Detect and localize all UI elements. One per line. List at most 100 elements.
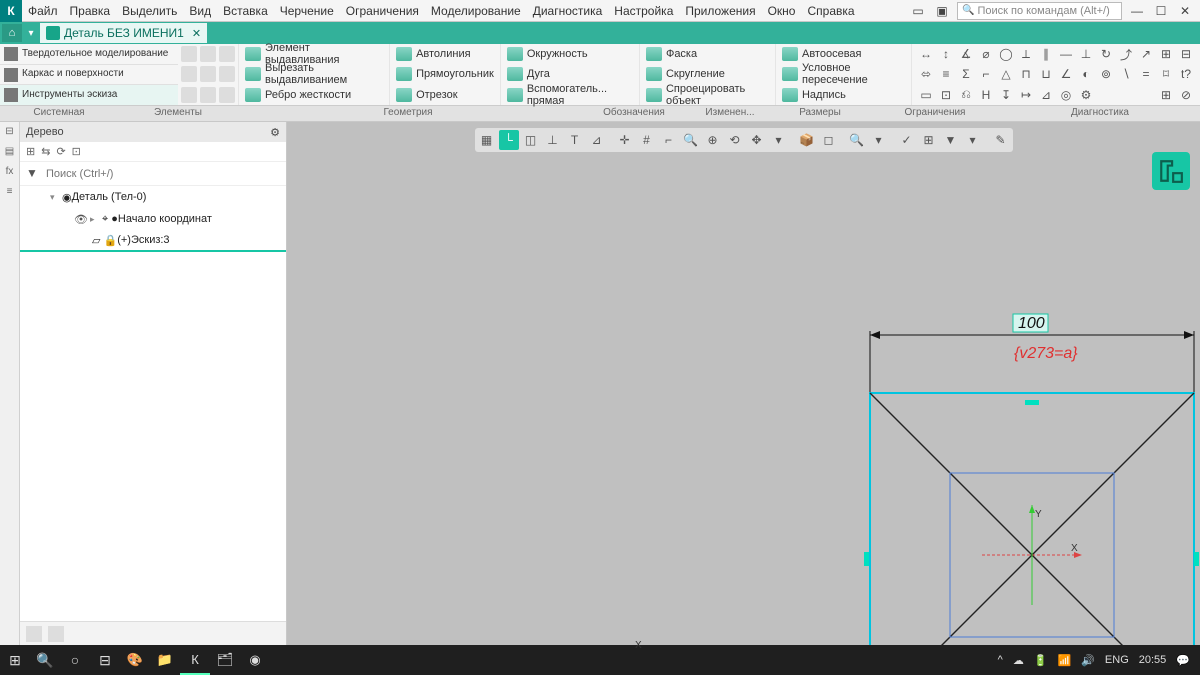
- tf-1[interactable]: [26, 626, 42, 642]
- tray-battery-icon[interactable]: 🔋: [1034, 654, 1048, 667]
- cmd-arc[interactable]: Дуга: [507, 65, 633, 83]
- taskview-icon[interactable]: ⊟: [90, 645, 120, 675]
- tray-volume-icon[interactable]: 🔊: [1081, 654, 1095, 667]
- cmd-extrude[interactable]: Элемент выдавливания: [245, 45, 383, 63]
- tray-notifications-icon[interactable]: 💬: [1176, 654, 1190, 667]
- tray-cloud-icon[interactable]: ☁: [1013, 654, 1024, 667]
- taskbar-app-4[interactable]: 🗂: [210, 645, 240, 675]
- qa-fwd[interactable]: [200, 87, 216, 103]
- menu-view[interactable]: Вид: [183, 2, 217, 20]
- app-icon: К: [0, 0, 22, 22]
- taskbar-app-3[interactable]: К: [180, 645, 210, 675]
- close-button[interactable]: ✕: [1176, 4, 1194, 18]
- command-search[interactable]: Поиск по командам (Alt+/): [957, 2, 1122, 20]
- tray-wifi-icon[interactable]: 📶: [1058, 654, 1072, 667]
- left-rail: ⊟ ▤ fx ≡: [0, 122, 20, 645]
- menu-window[interactable]: Окно: [762, 2, 802, 20]
- layout-icon-2[interactable]: ▣: [933, 4, 951, 18]
- taskbar-app-1[interactable]: 🎨: [120, 645, 150, 675]
- dimension-value[interactable]: 100: [1018, 315, 1045, 332]
- canvas[interactable]: ▦ └ ◫ ⊥ T ⊿ ✛ # ⌐ 🔍 ⊕ ⟲ ✥ ▾ 📦 ◻ 🔍 ▾ ✓ ⊞ …: [287, 122, 1200, 645]
- cmd-cut-extrude[interactable]: Вырезать выдавливанием: [245, 65, 383, 83]
- menu-drawing[interactable]: Черчение: [274, 2, 340, 20]
- dim-constraint-icons: ↔↕∡⌀◯⟂∥—⊥↻⤴↗⊞⊟ ⬄≡Σ⌐△⊓⊔∠◐⊚∖=⌑t? ▭⊡⎌H↧↦⊿◎⚙…: [911, 44, 1200, 105]
- tree-origin[interactable]: 👁▸⌖ ● Начало координат: [20, 208, 286, 230]
- cmd-rib[interactable]: Ребро жесткости: [245, 86, 383, 104]
- qa-new[interactable]: [181, 46, 197, 62]
- cmd-fillet[interactable]: Скругление: [646, 65, 769, 83]
- cortana-icon[interactable]: ○: [60, 645, 90, 675]
- tf-2[interactable]: [48, 626, 64, 642]
- rail-tree-icon[interactable]: ⊟: [3, 126, 17, 140]
- menu-diagnostics[interactable]: Диагностика: [527, 2, 609, 20]
- mode-sketch[interactable]: Инструменты эскиза: [0, 85, 178, 105]
- tree-root[interactable]: ▾◉ Деталь (Тел-0): [20, 186, 286, 208]
- tray-lang[interactable]: ENG: [1105, 654, 1129, 666]
- minimize-button[interactable]: —: [1128, 4, 1146, 18]
- taskbar-app-2[interactable]: 📁: [150, 645, 180, 675]
- filter-icon[interactable]: ▼: [26, 166, 42, 182]
- taskbar-app-5[interactable]: ◉: [240, 645, 270, 675]
- qa-more[interactable]: [219, 87, 235, 103]
- cmd-project[interactable]: Спроецировать объект: [646, 86, 769, 104]
- tab-label: Деталь БЕЗ ИМЕНИ1: [64, 26, 184, 40]
- maximize-button[interactable]: ☐: [1152, 4, 1170, 18]
- world-cs: Y: [634, 640, 701, 645]
- tree-title: Дерево: [26, 126, 64, 138]
- tree-footer: [20, 621, 286, 645]
- windows-taskbar: ⊞ 🔍 ○ ⊟ 🎨 📁 К 🗂 ◉ ^ ☁ 🔋 📶 🔊 ENG 20:55 💬: [0, 645, 1200, 675]
- menu-apps[interactable]: Приложения: [679, 2, 761, 20]
- main-menu: Файл Правка Выделить Вид Вставка Черчени…: [22, 2, 861, 20]
- document-tab[interactable]: Деталь БЕЗ ИМЕНИ1 ✕: [40, 23, 207, 43]
- cmd-chamfer[interactable]: Фаска: [646, 45, 769, 63]
- rail-vars-icon[interactable]: fx: [3, 166, 17, 180]
- menu-edit[interactable]: Правка: [64, 2, 117, 20]
- menu-insert[interactable]: Вставка: [217, 2, 274, 20]
- qa-save[interactable]: [219, 46, 235, 62]
- document-tabbar: ⌂ ▾ Деталь БЕЗ ИМЕНИ1 ✕: [0, 22, 1200, 44]
- quick-access: [178, 44, 238, 105]
- qa-print[interactable]: [181, 66, 197, 82]
- mode-solid[interactable]: Твердотельное моделирование: [0, 44, 178, 65]
- qa-undo[interactable]: [200, 66, 216, 82]
- ribbon: Твердотельное моделирование Каркас и пов…: [0, 44, 1200, 106]
- home-tab[interactable]: ⌂: [2, 24, 22, 42]
- menu-help[interactable]: Справка: [801, 2, 860, 20]
- start-button[interactable]: ⊞: [0, 645, 30, 675]
- mode-surface[interactable]: Каркас и поверхности: [0, 65, 178, 86]
- tree-search-input[interactable]: [46, 168, 280, 180]
- cmd-text[interactable]: Надпись: [782, 86, 905, 104]
- titlebar: К Файл Правка Выделить Вид Вставка Черче…: [0, 0, 1200, 22]
- tab-dropdown[interactable]: ▾: [24, 28, 38, 39]
- menu-modeling[interactable]: Моделирование: [425, 2, 527, 20]
- menu-select[interactable]: Выделить: [116, 2, 183, 20]
- tree-tool-1[interactable]: ⊞: [26, 145, 35, 158]
- tray-chevron-icon[interactable]: ^: [998, 654, 1003, 666]
- rail-more-icon[interactable]: ≡: [3, 186, 17, 200]
- menu-settings[interactable]: Настройка: [608, 2, 679, 20]
- cmd-circle[interactable]: Окружность: [507, 45, 633, 63]
- tree-gear-icon[interactable]: ⚙: [270, 126, 280, 139]
- rail-layers-icon[interactable]: ▤: [3, 146, 17, 160]
- qa-redo[interactable]: [219, 66, 235, 82]
- axis-x-label: X: [635, 640, 642, 651]
- cmd-rectangle[interactable]: Прямоугольник: [396, 65, 494, 83]
- tree-tool-3[interactable]: ⟳: [56, 145, 65, 158]
- cmd-autoline[interactable]: Автолиния: [396, 45, 494, 63]
- tree-sketch[interactable]: ▱ 🔒 (+)Эскиз:3: [20, 230, 286, 252]
- tray-time[interactable]: 20:55: [1139, 654, 1167, 666]
- sketch-svg: 100 {v273=a} Y X: [287, 122, 1200, 645]
- tree-tool-2[interactable]: ⇆: [41, 145, 50, 158]
- layout-icon-1[interactable]: ▭: [909, 4, 927, 18]
- menu-constraints[interactable]: Ограничения: [340, 2, 425, 20]
- search-icon[interactable]: 🔍: [30, 645, 60, 675]
- tab-close-icon[interactable]: ✕: [188, 27, 201, 40]
- cmd-construction-line[interactable]: Вспомогатель... прямая: [507, 86, 633, 104]
- menu-file[interactable]: Файл: [22, 2, 64, 20]
- cmd-segment[interactable]: Отрезок: [396, 86, 494, 104]
- cmd-auto-axis[interactable]: Автоосевая: [782, 45, 905, 63]
- tree-tool-4[interactable]: ⊡: [72, 145, 81, 158]
- qa-back[interactable]: [181, 87, 197, 103]
- qa-open[interactable]: [200, 46, 216, 62]
- cmd-virtual-intersection[interactable]: Условное пересечение: [782, 65, 905, 83]
